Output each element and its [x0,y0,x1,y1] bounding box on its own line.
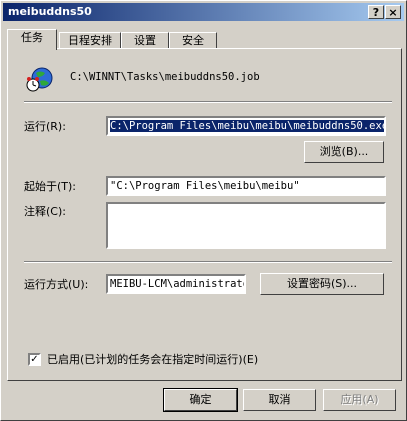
task-panel: C:\WINNT\Tasks\meibuddns50.job 运行(R): C:… [7,48,402,381]
run-field[interactable]: C:\Program Files\meibu\meibu\meibuddns50… [106,116,386,136]
tab-task[interactable]: 任务 [7,29,57,50]
apply-button[interactable]: 应用(A) [323,389,396,411]
task-properties-window: meibuddns50 ? × 任务 日程安排 设置 安全 C:\WINNT\T… [0,0,407,421]
ok-button[interactable]: 确定 [163,388,238,412]
run-value: C:\Program Files\meibu\meibu\meibuddns50… [110,120,384,132]
run-as-field[interactable]: MEIBU-LCM\administrator [106,274,246,294]
set-password-button[interactable]: 设置密码(S)... [260,273,384,295]
help-button[interactable]: ? [368,5,384,19]
tab-strip: 任务 日程安排 设置 安全 [7,29,402,50]
run-as-label: 运行方式(U): [24,278,89,291]
run-label: 运行(R): [24,120,66,133]
job-file-path: C:\WINNT\Tasks\meibuddns50.job [70,71,260,83]
title-bar[interactable]: meibuddns50 ? × [3,3,404,21]
tab-settings[interactable]: 设置 [121,32,169,49]
cancel-button[interactable]: 取消 [243,389,316,411]
enabled-label: 已启用(已计划的任务会在指定时间运行)(E) [47,353,259,366]
start-in-field[interactable]: "C:\Program Files\meibu\meibu" [106,176,386,196]
comment-field[interactable] [106,202,386,249]
close-button[interactable]: × [385,5,401,19]
tab-schedule[interactable]: 日程安排 [59,32,121,49]
scheduled-task-icon [26,67,53,92]
separator [24,101,392,103]
separator [24,261,392,263]
enabled-checkbox[interactable]: ✓ [28,353,41,366]
start-in-label: 起始于(T): [24,180,77,193]
tab-security[interactable]: 安全 [169,32,217,49]
window-title: meibuddns50 [8,5,92,18]
browse-button[interactable]: 浏览(B)... [304,141,384,163]
comment-label: 注释(C): [24,205,66,218]
